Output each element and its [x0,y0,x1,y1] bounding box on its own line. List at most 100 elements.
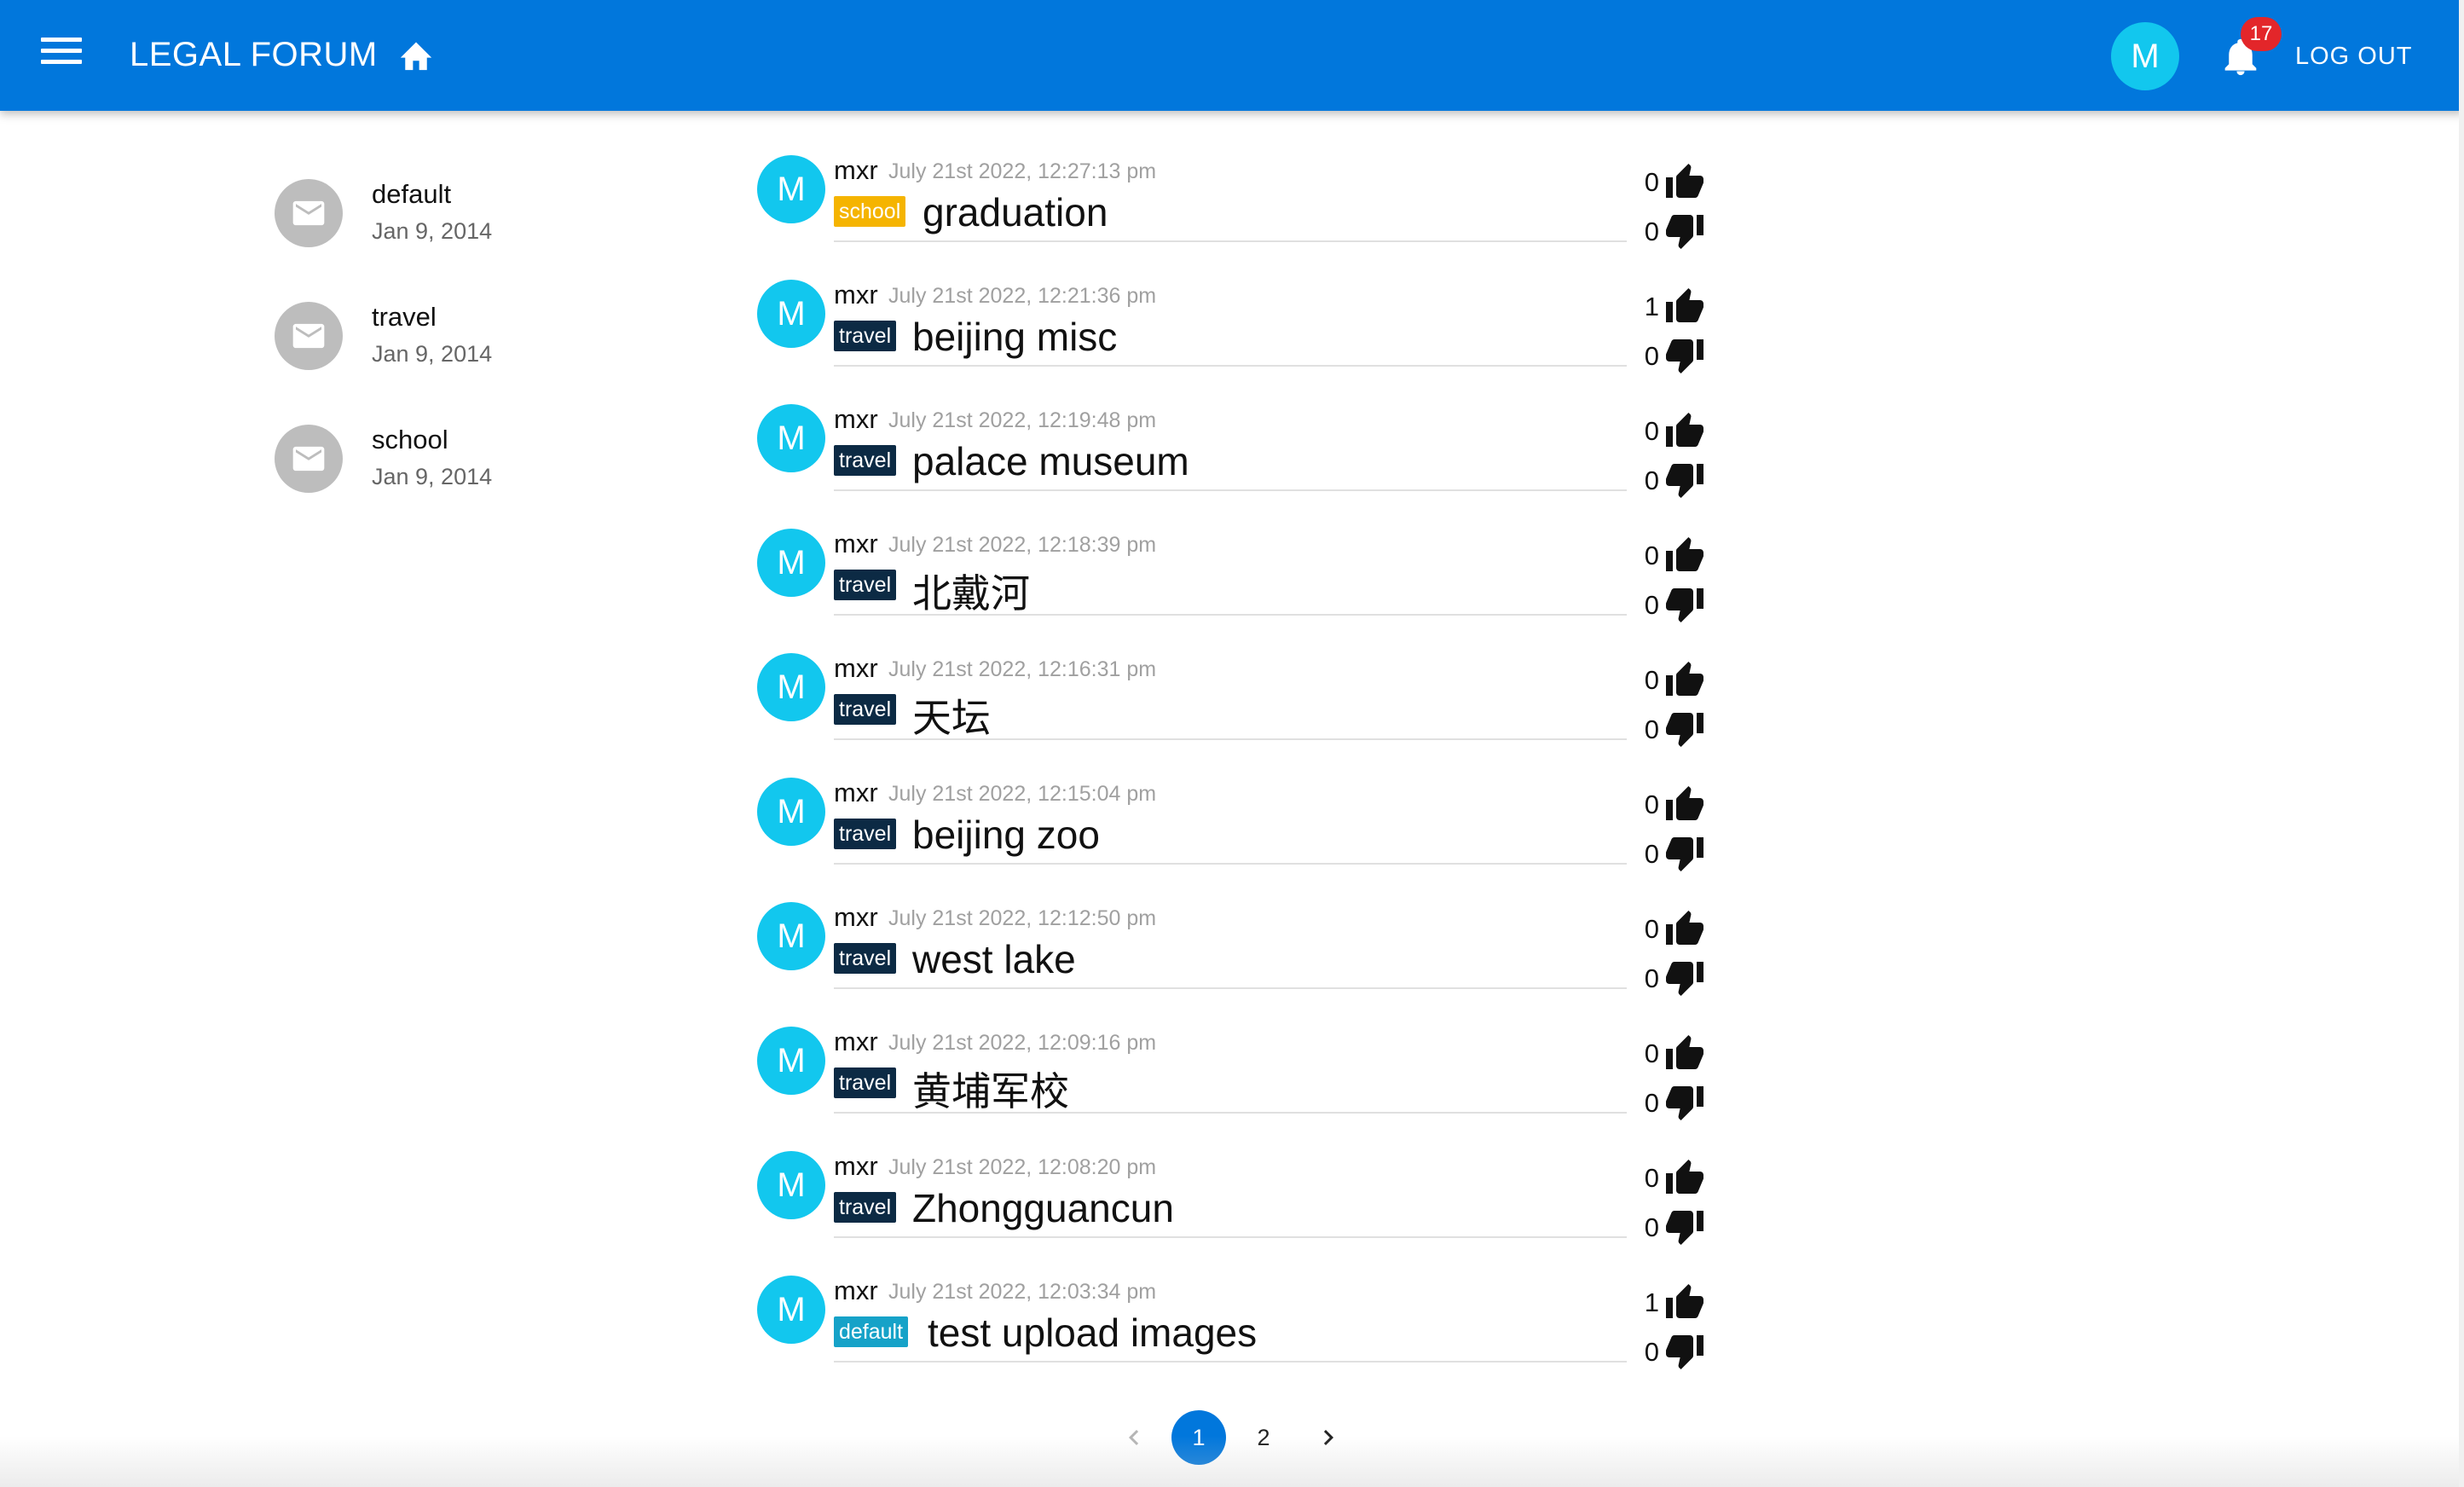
divider [834,1112,1627,1114]
post-title[interactable]: Zhongguancun [912,1185,1174,1231]
downvote-count: 0 [1644,217,1659,246]
thumbs-down-icon[interactable] [1664,1332,1705,1371]
thumbs-up-icon[interactable] [1664,909,1705,948]
list-item[interactable]: Mmxr July 21st 2022, 12:27:13 pm school gra… [757,155,1712,257]
sidebar-item-travel[interactable]: travel Jan 9, 2014 [275,302,616,379]
divider [834,1361,1627,1363]
category-tag[interactable]: school [834,196,906,227]
thumbs-up-icon[interactable] [1664,411,1705,450]
thumbs-down-icon[interactable] [1664,834,1705,873]
thumbs-up-icon[interactable] [1664,286,1705,326]
menu-icon[interactable] [41,38,82,72]
sidebar-item-default[interactable]: default Jan 9, 2014 [275,179,616,256]
thumbs-up-icon[interactable] [1664,660,1705,699]
downvote-count: 0 [1644,466,1659,495]
divider [834,365,1627,367]
mail-icon [275,302,343,370]
post-title[interactable]: 天坛 [912,687,991,744]
list-item[interactable]: Mmxr July 21st 2022, 12:19:48 pm travel pal… [757,404,1712,506]
post-title[interactable]: beijing zoo [912,812,1100,858]
post-author[interactable]: mxr [834,778,878,808]
category-tag[interactable]: travel [834,570,897,600]
thumbs-down-icon[interactable] [1664,336,1705,375]
author-avatar[interactable]: M [757,902,825,970]
author-avatar[interactable]: M [757,280,825,348]
post-author[interactable]: mxr [834,653,878,684]
list-item[interactable]: Mmxr July 21st 2022, 12:09:16 pm travel 黄埔军… [757,1027,1712,1129]
category-tag[interactable]: travel [834,321,897,351]
author-avatar[interactable]: M [757,529,825,597]
footer-shadow [0,1436,2464,1487]
post-timestamp: July 21st 2022, 12:12:50 pm [888,906,1157,930]
post-title[interactable]: graduation [923,189,1108,235]
user-avatar[interactable]: M [2111,22,2179,90]
thumbs-down-icon[interactable] [1664,460,1705,500]
downvote-count: 0 [1644,590,1659,620]
post-timestamp: July 21st 2022, 12:15:04 pm [888,782,1157,806]
thumbs-down-icon[interactable] [1664,211,1705,251]
author-avatar[interactable]: M [757,1027,825,1095]
app-title[interactable]: LEGAL FORUM [130,36,378,74]
sidebar-item-label: school [372,425,448,454]
post-title[interactable]: 北戴河 [912,563,1030,619]
post-title[interactable]: 黄埔军校 [912,1061,1069,1117]
post-title[interactable]: palace museum [912,438,1189,484]
category-tag[interactable]: travel [834,694,897,725]
post-timestamp: July 21st 2022, 12:08:20 pm [888,1155,1157,1179]
author-avatar[interactable]: M [757,1151,825,1219]
list-item[interactable]: Mmxr July 21st 2022, 12:18:39 pm travel 北戴河… [757,529,1712,631]
thumbs-up-icon[interactable] [1664,1282,1705,1322]
category-tag[interactable]: travel [834,445,897,476]
post-author[interactable]: mxr [834,1151,878,1182]
category-tag[interactable]: travel [834,819,897,849]
logout-button[interactable]: LOG OUT [2295,43,2413,71]
thumbs-up-icon[interactable] [1664,162,1705,201]
home-icon[interactable] [397,38,435,72]
thumbs-down-icon[interactable] [1664,1207,1705,1247]
category-tag[interactable]: travel [834,1068,897,1098]
post-title[interactable]: beijing misc [912,314,1117,360]
downvote-count: 0 [1644,1337,1659,1367]
thumbs-down-icon[interactable] [1664,958,1705,998]
category-tag[interactable]: travel [834,1192,897,1223]
sidebar-item-label: default [372,179,452,209]
post-title[interactable]: test upload images [928,1310,1257,1356]
author-avatar[interactable]: M [757,404,825,472]
list-item[interactable]: Mmxr July 21st 2022, 12:08:20 pm travel Zho… [757,1151,1712,1253]
list-item[interactable]: Mmxr July 21st 2022, 12:12:50 pm travel wes… [757,902,1712,1004]
post-timestamp: July 21st 2022, 12:16:31 pm [888,657,1157,681]
thumbs-up-icon[interactable] [1664,1033,1705,1073]
post-author[interactable]: mxr [834,155,878,186]
thumbs-up-icon[interactable] [1664,535,1705,575]
list-item[interactable]: Mmxr July 21st 2022, 12:15:04 pm travel bei… [757,778,1712,880]
thumbs-down-icon[interactable] [1664,1083,1705,1122]
thumbs-up-icon[interactable] [1664,1158,1705,1197]
thumbs-up-icon[interactable] [1664,784,1705,824]
post-author[interactable]: mxr [834,529,878,559]
post-author[interactable]: mxr [834,902,878,933]
author-avatar[interactable]: M [757,155,825,223]
thumbs-down-icon[interactable] [1664,709,1705,749]
post-author[interactable]: mxr [834,280,878,310]
category-tag[interactable]: default [834,1316,909,1347]
sidebar-item-label: travel [372,302,437,332]
upvote-count: 0 [1644,416,1659,446]
author-avatar[interactable]: M [757,653,825,721]
list-item[interactable]: Mmxr July 21st 2022, 12:03:34 pm default te… [757,1276,1712,1378]
post-author[interactable]: mxr [834,404,878,435]
list-item[interactable]: Mmxr July 21st 2022, 12:21:36 pm travel bei… [757,280,1712,382]
category-tag[interactable]: travel [834,943,897,974]
sidebar-item-school[interactable]: school Jan 9, 2014 [275,425,616,501]
post-author[interactable]: mxr [834,1027,878,1057]
thumbs-down-icon[interactable] [1664,585,1705,624]
author-avatar[interactable]: M [757,1276,825,1344]
downvote-count: 0 [1644,839,1659,869]
post-timestamp: July 21st 2022, 12:19:48 pm [888,408,1157,432]
divider [834,863,1627,865]
divider [834,1236,1627,1238]
post-author[interactable]: mxr [834,1276,878,1306]
post-title[interactable]: west lake [912,936,1076,982]
list-item[interactable]: Mmxr July 21st 2022, 12:16:31 pm travel 天坛 0… [757,653,1712,755]
author-avatar[interactable]: M [757,778,825,846]
app-bar: LEGAL FORUM M 17 LOG OUT [0,0,2464,111]
